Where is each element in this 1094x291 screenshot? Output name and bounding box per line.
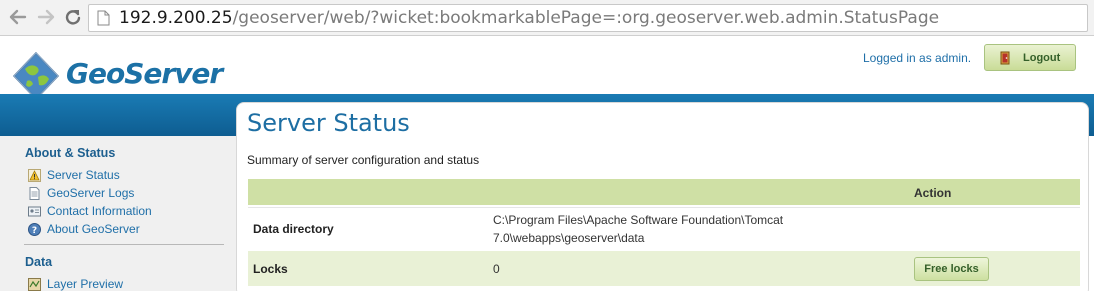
forward-icon[interactable]: [36, 7, 56, 27]
data-directory-path-line1: C:\Program Files\Apache Software Foundat…: [493, 213, 784, 227]
document-icon: [29, 186, 40, 200]
sidebar-heading-data: Data: [25, 255, 53, 269]
content-panel: Server Status Summary of server configur…: [236, 102, 1089, 291]
row-value: 0: [493, 262, 500, 276]
address-bar[interactable]: 192.9.200.25/geoserver/web/?wicket:bookm…: [88, 4, 1088, 32]
status-table: Action Data directory C:\Program Files\A…: [248, 179, 1080, 286]
row-label: Locks: [253, 262, 288, 276]
sidebar-item-contact-information[interactable]: Contact Information: [28, 203, 152, 219]
help-icon: ?: [28, 222, 41, 236]
column-header-action: Action: [914, 186, 952, 200]
page-subtitle: Summary of server configuration and stat…: [247, 153, 480, 167]
sidebar: About & Status Server Status GeoServer L…: [0, 136, 236, 291]
geoserver-logo-text[interactable]: GeoServer: [66, 57, 223, 90]
table-row-locks: Locks 0 Free locks: [248, 251, 1080, 286]
url-path: /geoserver/web/?wicket:bookmarkablePage=…: [232, 8, 940, 28]
logout-label: Logout: [1023, 51, 1061, 64]
logout-button[interactable]: Logout: [984, 44, 1076, 71]
page-icon: [97, 10, 110, 26]
sidebar-item-about-geoserver[interactable]: ? About GeoServer: [28, 221, 140, 237]
app-header: GeoServer Logged in as admin. Logout: [0, 36, 1094, 101]
map-icon: [28, 277, 41, 291]
warning-icon: [28, 168, 41, 182]
table-header: Action: [248, 179, 1080, 207]
back-icon[interactable]: [8, 7, 28, 27]
free-locks-button[interactable]: Free locks: [914, 257, 989, 281]
browser-toolbar: 192.9.200.25/geoserver/web/?wicket:bookm…: [0, 0, 1094, 36]
sidebar-item-server-status[interactable]: Server Status: [28, 167, 120, 183]
reload-icon[interactable]: [63, 7, 83, 27]
logout-door-icon: [1000, 51, 1010, 64]
data-directory-path-line2: 7.0\webapps\geoserver\data: [493, 231, 645, 245]
row-value: C:\Program Files\Apache Software Foundat…: [493, 211, 783, 247]
row-label: Data directory: [253, 222, 334, 236]
table-row-data-directory: Data directory C:\Program Files\Apache S…: [248, 207, 1080, 251]
url-host: 192.9.200.25: [119, 8, 233, 28]
sidebar-item-geoserver-logs[interactable]: GeoServer Logs: [28, 185, 134, 201]
contact-card-icon: [28, 206, 41, 216]
sidebar-divider: [24, 244, 224, 245]
sidebar-heading-about-status: About & Status: [25, 146, 116, 160]
sidebar-item-layer-preview[interactable]: Layer Preview: [28, 276, 123, 291]
svg-text:?: ?: [32, 226, 37, 236]
page-title: Server Status: [247, 109, 410, 137]
logged-in-status: Logged in as admin.: [863, 51, 972, 65]
